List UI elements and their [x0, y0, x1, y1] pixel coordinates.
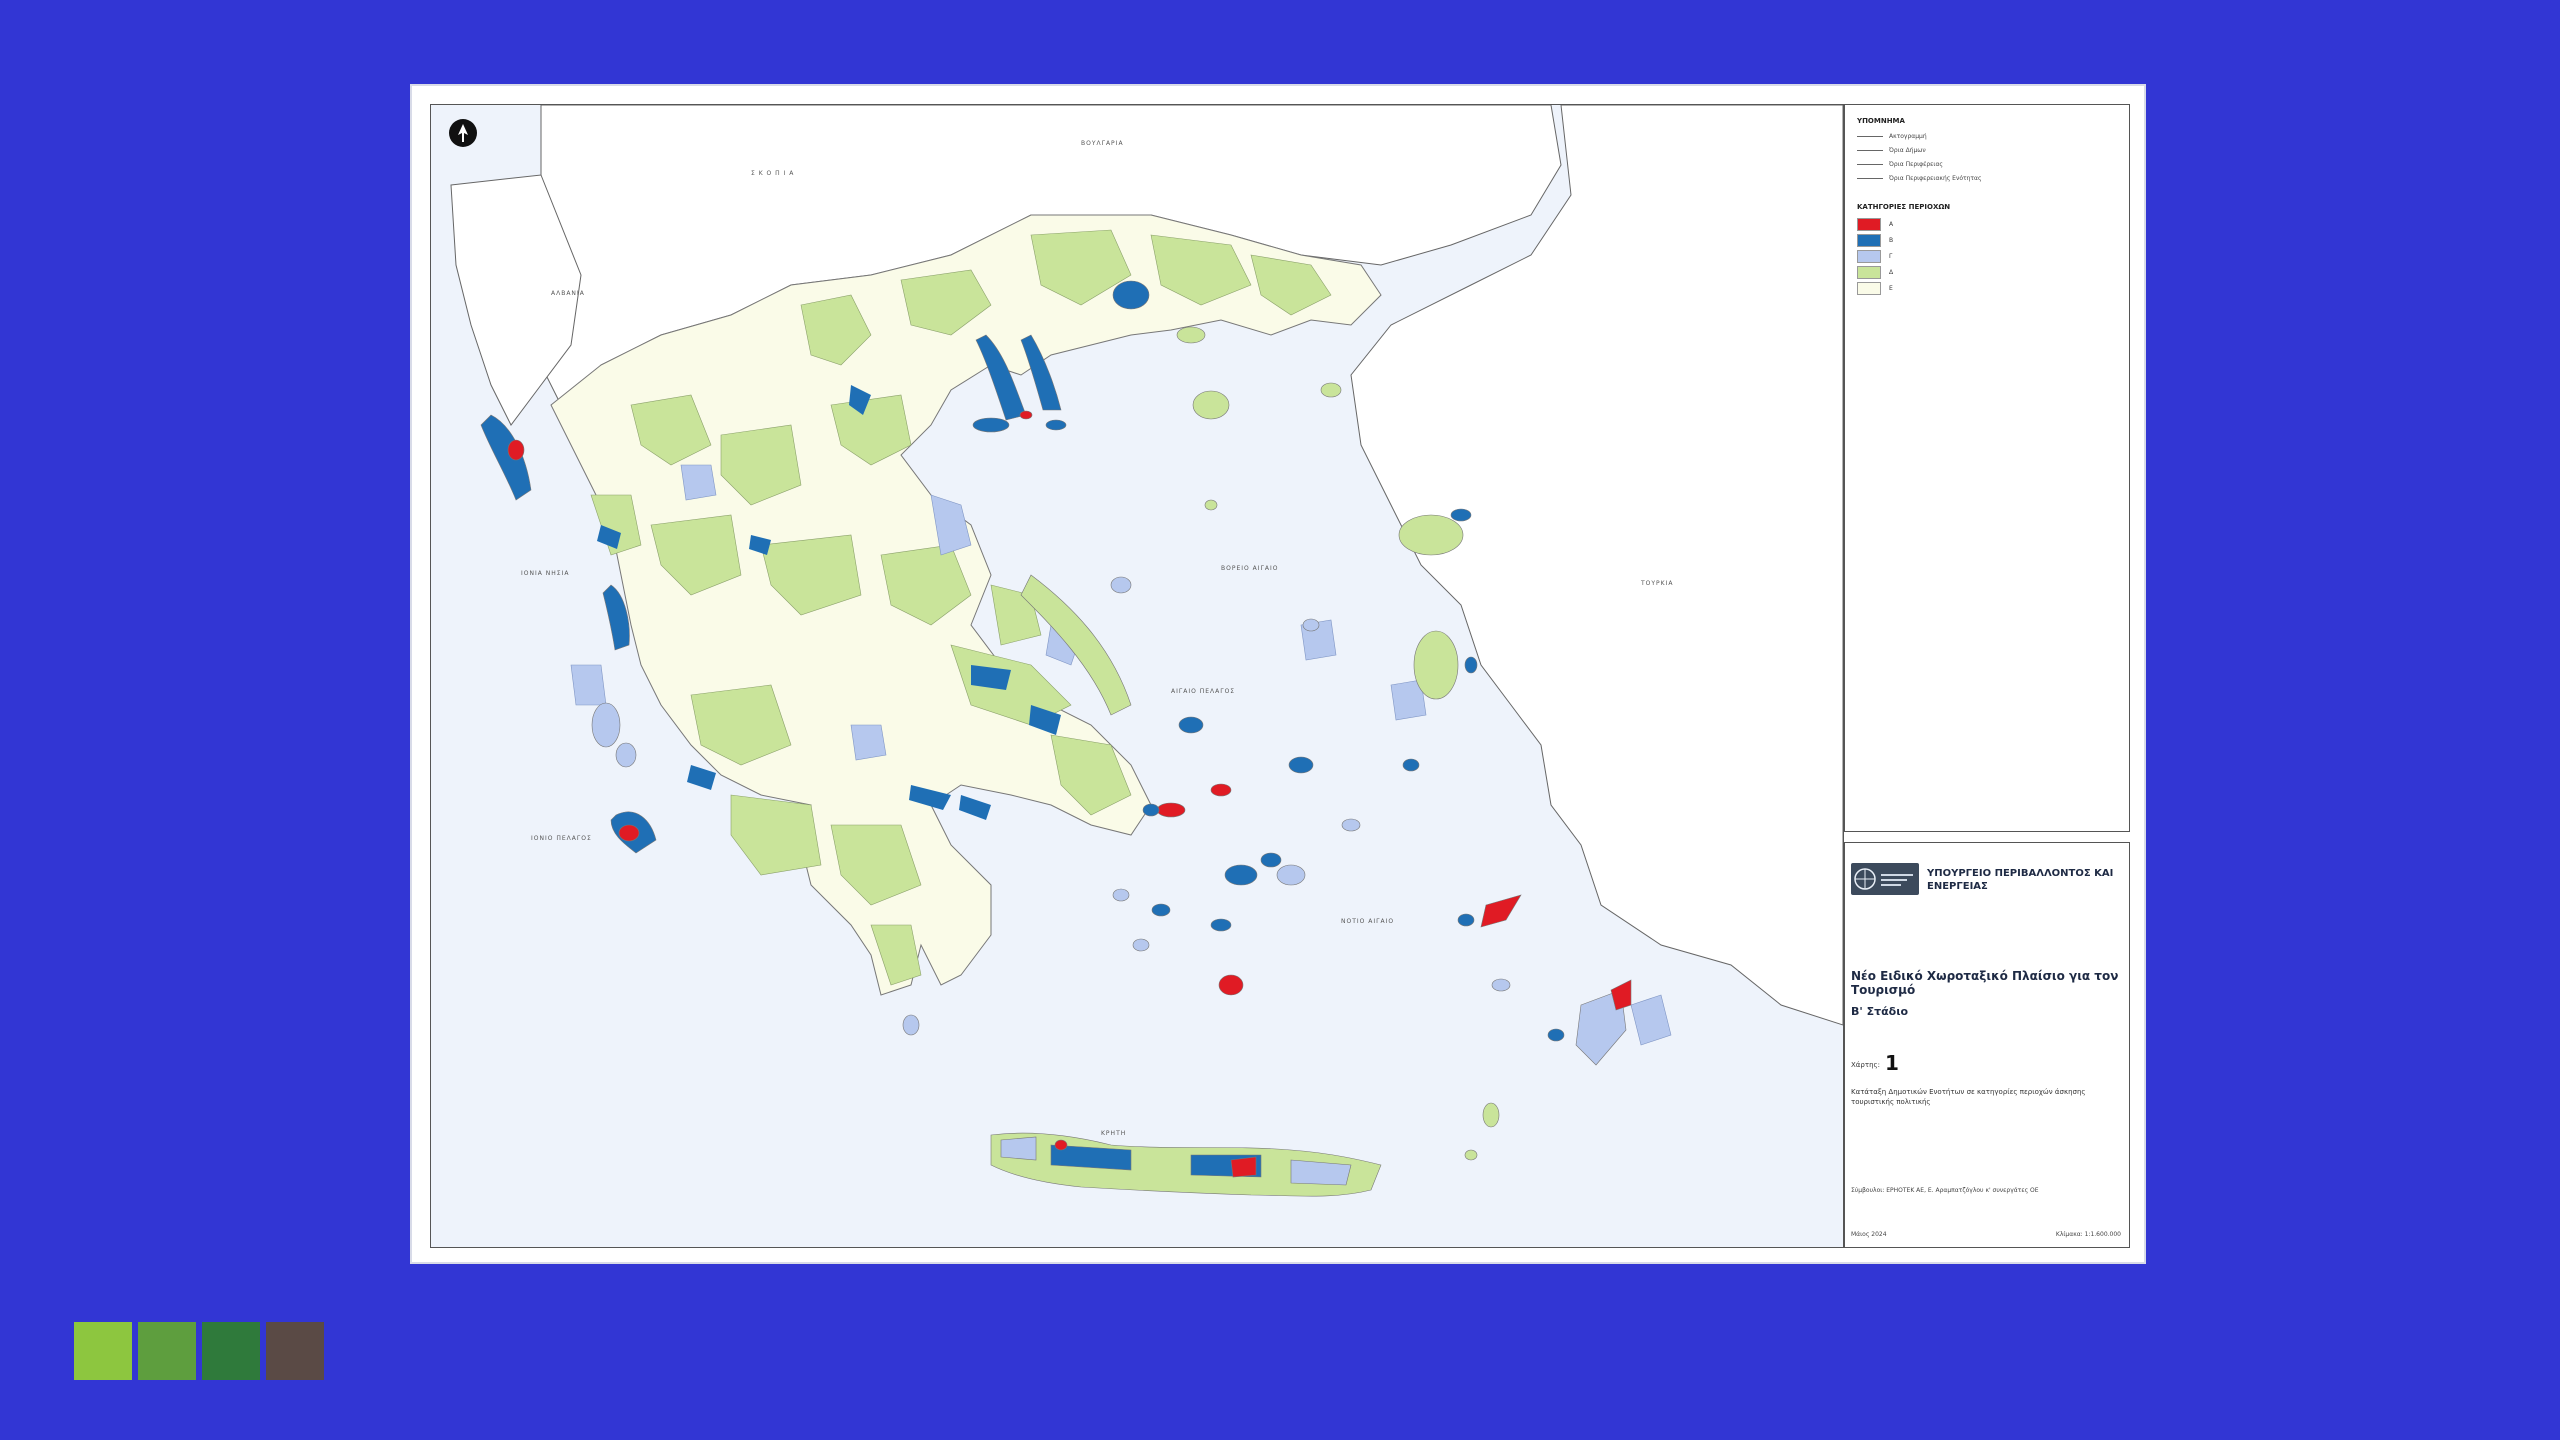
decor-square-4 — [266, 1322, 324, 1380]
legend-lines-heading: ΥΠΟΜΝΗΜΑ — [1857, 117, 1905, 125]
legend-category-d: Δ — [1857, 265, 1893, 279]
ministry-logo — [1851, 863, 1919, 895]
ministry-name: ΥΠΟΥΡΓΕΙΟ ΠΕΡΙΒΑΛΛΟΝΤΟΣ ΚΑΙ ΕΝΕΡΓΕΙΑΣ — [1927, 868, 2114, 892]
label-turkey: ΤΟΥΡΚΙΑ — [1640, 580, 1673, 587]
label-albania: ΑΛΒΑΝΙΑ — [551, 290, 585, 297]
map-canvas: ΒΟΥΛΓΑΡΙΑ Σ Κ Ο Π Ι Α ΑΛΒΑΝΙΑ ΤΟΥΡΚΙΑ ΑΙ… — [430, 104, 1844, 1248]
label-south-aegean: ΝΟΤΙΟ ΑΙΓΑΙΟ — [1341, 918, 1394, 925]
greece-map: ΒΟΥΛΓΑΡΙΑ Σ Κ Ο Π Ι Α ΑΛΒΑΝΙΑ ΤΟΥΡΚΙΑ ΑΙ… — [449, 105, 1843, 1197]
legend-panel: ΥΠΟΜΝΗΜΑ Ακτογραμμή Όρια Δήμων Όρια Περι… — [1844, 104, 2130, 832]
decor-square-3 — [202, 1322, 260, 1380]
label-bulgaria: ΒΟΥΛΓΑΡΙΑ — [1081, 140, 1124, 147]
title-block: ΥΠΟΥΡΓΕΙΟ ΠΕΡΙΒΑΛΛΟΝΤΟΣ ΚΑΙ ΕΝΕΡΓΕΙΑΣ Νέ… — [1844, 842, 2130, 1248]
label-ionian: ΙΟΝΙΟ ΠΕΛΑΓΟΣ — [531, 835, 592, 842]
map-date: Μάιος 2024 — [1851, 1231, 1887, 1238]
label-aegean: ΑΙΓΑΙΟ ΠΕΛΑΓΟΣ — [1171, 688, 1235, 695]
map-number: 1 — [1885, 1051, 1899, 1075]
map-scale: Κλίμακα: 1:1.600.000 — [2055, 1231, 2121, 1238]
map-stage: Β' Στάδιο — [1851, 1005, 1909, 1018]
decor-square-1 — [74, 1322, 132, 1380]
map-number-label: Χάρτης: — [1851, 1061, 1880, 1069]
legend-line-municipalities: Όρια Δήμων — [1857, 145, 1926, 155]
map-frame: ΒΟΥΛΓΑΡΙΑ Σ Κ Ο Π Ι Α ΑΛΒΑΝΙΑ ΤΟΥΡΚΙΑ ΑΙ… — [410, 84, 2146, 1264]
decor-square-2 — [138, 1322, 196, 1380]
legend-line-regional-unit: Όρια Περιφερειακής Ενότητας — [1857, 173, 1982, 183]
label-ionian-islands: ΙΟΝΙΑ ΝΗΣΙΑ — [521, 570, 569, 577]
legend-line-region: Όρια Περιφέρειας — [1857, 159, 1943, 169]
legend-categories-heading: ΚΑΤΗΓΟΡΙΕΣ ΠΕΡΙΟΧΩΝ — [1857, 203, 1951, 211]
legend-category-b: Β — [1857, 233, 1893, 247]
label-crete: ΚΡΗΤΗ — [1101, 1130, 1126, 1137]
map-credits: Σύμβουλοι: ΕΡΗΟΤΕΚ ΑΕ, Ε. Αραμπατζόγλου … — [1851, 1187, 2039, 1194]
legend-category-a: Α — [1857, 217, 1893, 231]
legend-line-coastline: Ακτογραμμή — [1857, 131, 1927, 141]
legend-category-e: Ε — [1857, 281, 1893, 295]
map-description: Κατάταξη Δημοτικών Ενοτήτων σε κατηγορίε… — [1851, 1088, 2086, 1106]
decor-squares — [74, 1322, 324, 1380]
legend-category-c: Γ — [1857, 249, 1892, 263]
label-north-aegean: ΒΟΡΕΙΟ ΑΙΓΑΙΟ — [1221, 565, 1278, 572]
label-skopje: Σ Κ Ο Π Ι Α — [751, 170, 794, 177]
north-arrow-icon — [449, 119, 477, 147]
map-title: Νέο Ειδικό Χωροταξικό Πλαίσιο για τον Το… — [1851, 969, 2119, 997]
